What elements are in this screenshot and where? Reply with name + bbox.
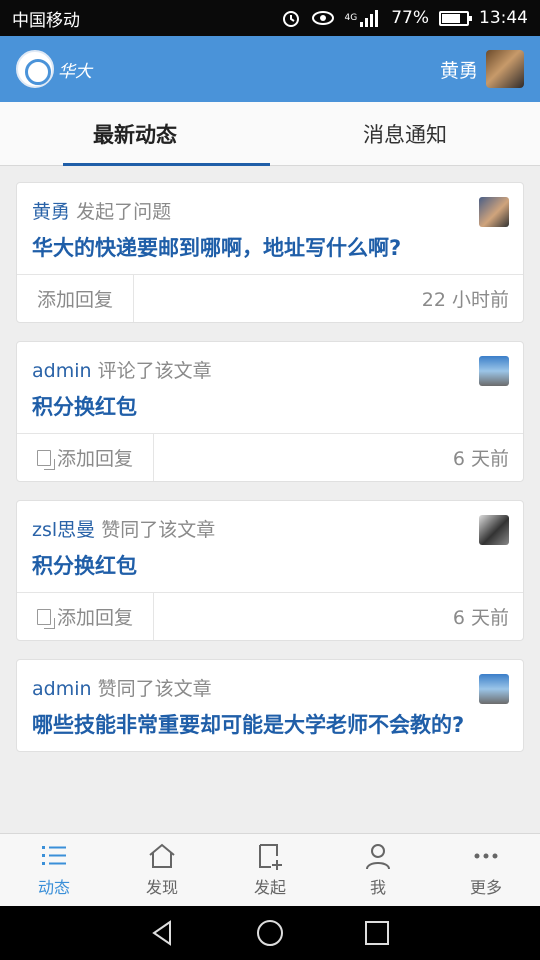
app-logo[interactable]: 华大 (16, 50, 440, 88)
card-time: 6 天前 (452, 448, 509, 470)
add-reply-button[interactable]: 添加回复 (17, 275, 135, 322)
activity-feed[interactable]: 黄勇 发起了问题 华大的快递要邮到哪啊，地址写什么啊? 添加回复 22 小时前 … (0, 166, 540, 833)
nav-compose[interactable]: 发起 (216, 834, 324, 906)
card-action: 赞同了该文章 (101, 519, 216, 541)
home-icon (149, 843, 175, 868)
back-icon[interactable] (148, 918, 178, 948)
logo-text: 华大 (58, 61, 92, 82)
card-action: 赞同了该文章 (97, 678, 212, 700)
author-avatar[interactable] (479, 197, 509, 227)
author-avatar[interactable] (479, 674, 509, 704)
compose-icon (259, 844, 282, 870)
recents-icon[interactable] (362, 918, 392, 948)
card-title[interactable]: 积分换红包 (32, 389, 509, 425)
battery-fill (442, 13, 461, 23)
reply-icon (37, 608, 55, 629)
bottom-nav: 动态 发现 发起 我 更多 (0, 833, 540, 906)
reply-label: 添加回复 (37, 289, 114, 311)
user-profile-link[interactable]: 黄勇 (440, 50, 524, 88)
feed-card: 黄勇 发起了问题 华大的快递要邮到哪啊，地址写什么啊? 添加回复 22 小时前 (16, 182, 524, 323)
battery-icon (439, 10, 472, 26)
network-type: 4G (344, 13, 358, 23)
alarm-icon (281, 8, 301, 28)
feed-card: zsl思曼 赞同了该文章 积分换红包 添加回复 6 天前 (16, 500, 524, 641)
battery-percent: 77% (391, 8, 429, 28)
nav-discover[interactable]: 发现 (108, 834, 216, 906)
card-author[interactable]: admin (32, 678, 92, 700)
card-author[interactable]: zsl思曼 (32, 519, 95, 541)
clock: 13:44 (479, 8, 528, 28)
logo-emblem-icon (16, 50, 54, 88)
app-header: 华大 黄勇 (0, 36, 540, 102)
add-reply-button[interactable]: 添加回复 (17, 593, 155, 640)
nav-label: 发现 (145, 878, 178, 897)
eye-icon (311, 10, 335, 26)
nav-activity[interactable]: 动态 (0, 834, 108, 906)
user-avatar (486, 50, 524, 88)
card-author[interactable]: admin (32, 360, 92, 382)
more-icon (474, 853, 498, 859)
card-author[interactable]: 黄勇 (32, 201, 70, 223)
user-name: 黄勇 (439, 59, 478, 82)
person-icon (366, 844, 390, 870)
card-action: 评论了该文章 (97, 360, 212, 382)
signal-icon: 4G (345, 9, 382, 27)
tab-bar: 最新动态 消息通知 (0, 102, 540, 166)
reply-label: 添加回复 (57, 448, 134, 470)
nav-label: 更多 (469, 878, 502, 897)
status-bar: 中国移动 4G 77% 13:44 (0, 0, 540, 36)
tab-notifications[interactable]: 消息通知 (270, 102, 540, 165)
nav-label: 我 (369, 878, 386, 897)
tab-latest-activity[interactable]: 最新动态 (0, 102, 270, 166)
card-time: 22 小时前 (421, 289, 509, 311)
reply-icon (37, 449, 55, 470)
card-title[interactable]: 积分换红包 (32, 548, 509, 584)
feed-card: admin 赞同了该文章 哪些技能非常重要却可能是大学老师不会教的? (16, 659, 524, 752)
nav-me[interactable]: 我 (324, 834, 432, 906)
card-time: 6 天前 (452, 607, 509, 629)
list-icon (42, 846, 66, 865)
card-title[interactable]: 华大的快递要邮到哪啊，地址写什么啊? (32, 230, 509, 266)
author-avatar[interactable] (479, 356, 509, 386)
feed-card: admin 评论了该文章 积分换红包 添加回复 6 天前 (16, 341, 524, 482)
nav-label: 发起 (253, 878, 286, 897)
home-button-icon[interactable] (255, 918, 285, 948)
card-action: 发起了问题 (76, 201, 172, 223)
add-reply-button[interactable]: 添加回复 (17, 434, 155, 481)
card-title[interactable]: 哪些技能非常重要却可能是大学老师不会教的? (32, 707, 509, 743)
nav-more[interactable]: 更多 (432, 834, 540, 906)
reply-label: 添加回复 (57, 607, 134, 629)
nav-label: 动态 (37, 878, 70, 897)
author-avatar[interactable] (479, 515, 509, 545)
system-nav-bar (0, 906, 540, 960)
carrier-name: 中国移动 (12, 10, 80, 31)
